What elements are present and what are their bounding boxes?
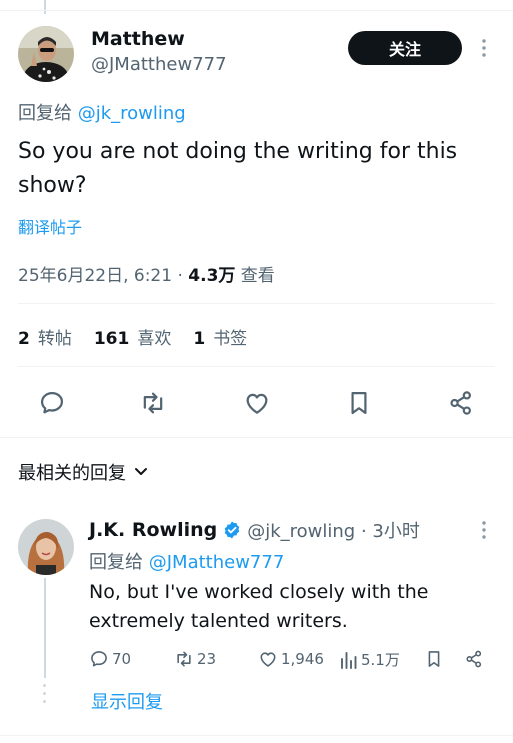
tweet-text-line: show? [18, 173, 87, 198]
reply-likes-count: 1,946 [281, 650, 324, 668]
share-icon[interactable] [464, 649, 484, 669]
avatar-jk-rowling[interactable] [18, 519, 74, 575]
reply-to-prefix: 回复给 [18, 103, 78, 124]
thread-dot [43, 692, 46, 695]
reposts-label: 转帖 [37, 329, 72, 349]
avatar-matthew[interactable] [18, 26, 74, 82]
likes-count: 161 [93, 329, 130, 349]
reply-likes-stat[interactable]: 1,946 [258, 649, 324, 669]
more-icon[interactable] [481, 520, 487, 540]
reply-views-count: 5.1万 [361, 651, 400, 669]
reply-to-prefix: 回复给 [89, 552, 149, 573]
reply-icon[interactable] [38, 389, 66, 417]
divider [0, 437, 513, 438]
tweet-text-line: So you are not doing the writing for thi… [18, 139, 458, 164]
reply-to-handle-link[interactable]: @JMatthew777 [149, 552, 285, 573]
likes-label: 喜欢 [137, 329, 172, 349]
repost-icon[interactable] [139, 389, 167, 417]
action-bar [0, 384, 513, 420]
follow-button[interactable]: 关注 [348, 31, 462, 65]
tweet-text: So you are not doing the writing for thi… [18, 135, 498, 203]
divider [18, 303, 495, 304]
author-name[interactable]: Matthew [91, 28, 185, 50]
divider [18, 366, 495, 367]
views-value: 4.3万 [188, 266, 236, 286]
reply-author-handle-time[interactable]: @jk_rowling · 3小时 [247, 517, 420, 543]
timestamp[interactable]: 25年6月22日, 6:21 · [18, 266, 188, 286]
divider [0, 735, 513, 736]
engagement-stats: 2 转帖 161 喜欢 1 书签 [18, 324, 247, 349]
reply-text: No, but I've worked closely with the ext… [89, 578, 499, 636]
reply-to-line: 回复给 @jk_rowling [18, 99, 186, 125]
reply-text-line: extremely talented writers. [89, 610, 348, 632]
reposts-count: 2 [18, 329, 30, 349]
replies-sort-label: 最相关的回复 [18, 463, 126, 484]
reply-header: J.K. Rowling @jk_rowling · 3小时 [89, 517, 420, 543]
bookmark-icon[interactable] [424, 649, 444, 669]
reply-text-line: No, but I've worked closely with the [89, 581, 429, 603]
bookmark-icon[interactable] [345, 389, 373, 417]
show-replies-link[interactable]: 显示回复 [91, 688, 163, 714]
like-icon [260, 652, 276, 667]
thread-dot [43, 684, 46, 687]
reply-reposts-count: 23 [197, 650, 217, 668]
reply-to-handle-link[interactable]: @jk_rowling [78, 103, 186, 124]
bookmarks-count: 1 [193, 329, 206, 349]
tweet-meta: 25年6月22日, 6:21 · 4.3万 查看 [18, 261, 275, 286]
reposts-stat[interactable]: 2 转帖 [18, 324, 72, 349]
repost-icon [177, 651, 191, 667]
replies-sort-dropdown[interactable]: 最相关的回复 [18, 459, 148, 485]
divider [0, 10, 513, 11]
reply-views-stat[interactable]: 5.1万 [340, 649, 400, 670]
views-label: 查看 [235, 266, 275, 286]
translate-post-link[interactable]: 翻译帖子 [18, 214, 82, 238]
likes-stat[interactable]: 161 喜欢 [94, 324, 172, 349]
thread-connector [44, 578, 46, 678]
reply-reposts-stat[interactable]: 23 [174, 649, 216, 669]
author-handle[interactable]: @JMatthew777 [91, 54, 227, 75]
reply-replies-stat[interactable]: 70 [89, 649, 131, 669]
views-icon [341, 651, 357, 669]
like-icon[interactable] [243, 389, 271, 417]
verified-icon [224, 521, 240, 539]
reply-reply-to-line: 回复给 @JMatthew777 [89, 548, 284, 574]
reply-icon [91, 651, 107, 667]
reply-replies-count: 70 [112, 650, 132, 668]
share-icon[interactable] [447, 389, 475, 417]
bookmarks-label: 书签 [213, 329, 248, 349]
more-icon[interactable] [481, 38, 487, 58]
thread-dot [43, 700, 46, 703]
thread-connector-top [44, 0, 46, 14]
bookmarks-stat[interactable]: 1 书签 [193, 324, 247, 349]
reply-author-name[interactable]: J.K. Rowling [89, 519, 217, 541]
chevron-down-icon [135, 468, 147, 475]
